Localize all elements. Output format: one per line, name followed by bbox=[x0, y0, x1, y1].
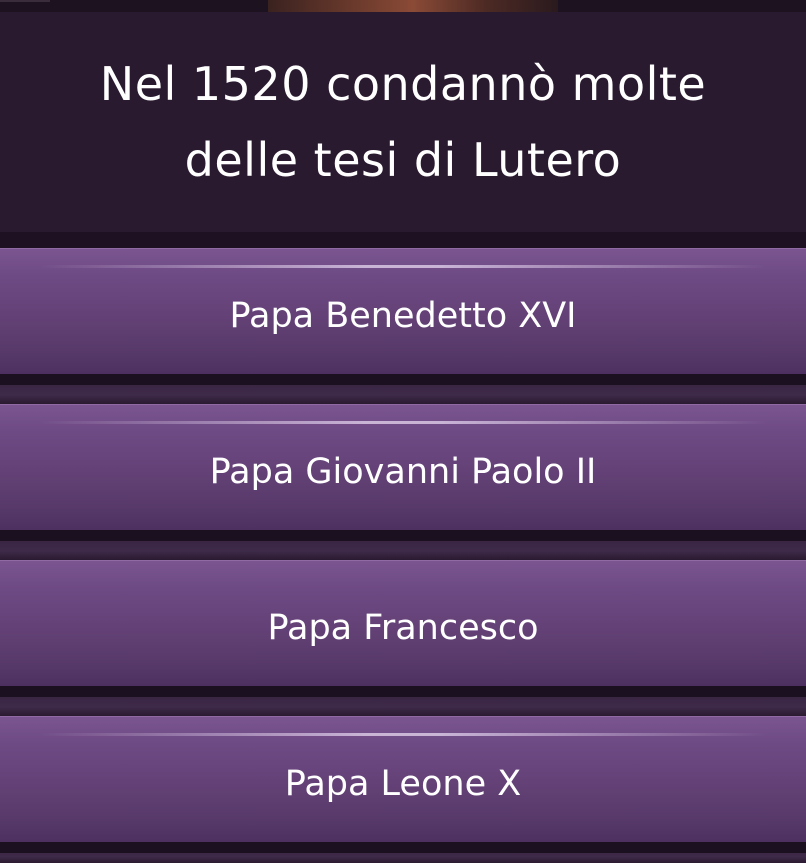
answer-button-4[interactable]: Papa Leone X bbox=[0, 716, 806, 842]
quiz-screen: Nel 1520 condannò molte delle tesi di Lu… bbox=[0, 0, 806, 863]
question-line-1: Nel 1520 condannò molte bbox=[99, 57, 707, 111]
question-text: Nel 1520 condannò molte delle tesi di Lu… bbox=[23, 46, 783, 198]
question-panel: Nel 1520 condannò molte delle tesi di Lu… bbox=[0, 12, 806, 232]
answer-separator bbox=[0, 530, 806, 560]
painting-image-crop bbox=[268, 0, 558, 12]
answer-label: Papa Leone X bbox=[284, 763, 522, 804]
image-edge-line bbox=[0, 0, 50, 2]
answer-label: Papa Benedetto XVI bbox=[229, 295, 577, 336]
answer-button-3[interactable]: Papa Francesco bbox=[0, 560, 806, 686]
answer-button-2[interactable]: Papa Giovanni Paolo II bbox=[0, 404, 806, 530]
answer-separator bbox=[0, 842, 806, 863]
answer-label: Papa Giovanni Paolo II bbox=[209, 451, 597, 492]
answer-separator bbox=[0, 686, 806, 716]
button-shine bbox=[40, 421, 766, 424]
answer-button-1[interactable]: Papa Benedetto XVI bbox=[0, 248, 806, 374]
answer-separator bbox=[0, 374, 806, 404]
question-line-2: delle tesi di Lutero bbox=[184, 133, 622, 187]
button-shine bbox=[40, 265, 766, 268]
button-shine bbox=[40, 733, 766, 736]
question-image bbox=[0, 0, 806, 12]
answer-label: Papa Francesco bbox=[267, 607, 539, 648]
answer-list: Papa Benedetto XVI Papa Giovanni Paolo I… bbox=[0, 232, 806, 863]
